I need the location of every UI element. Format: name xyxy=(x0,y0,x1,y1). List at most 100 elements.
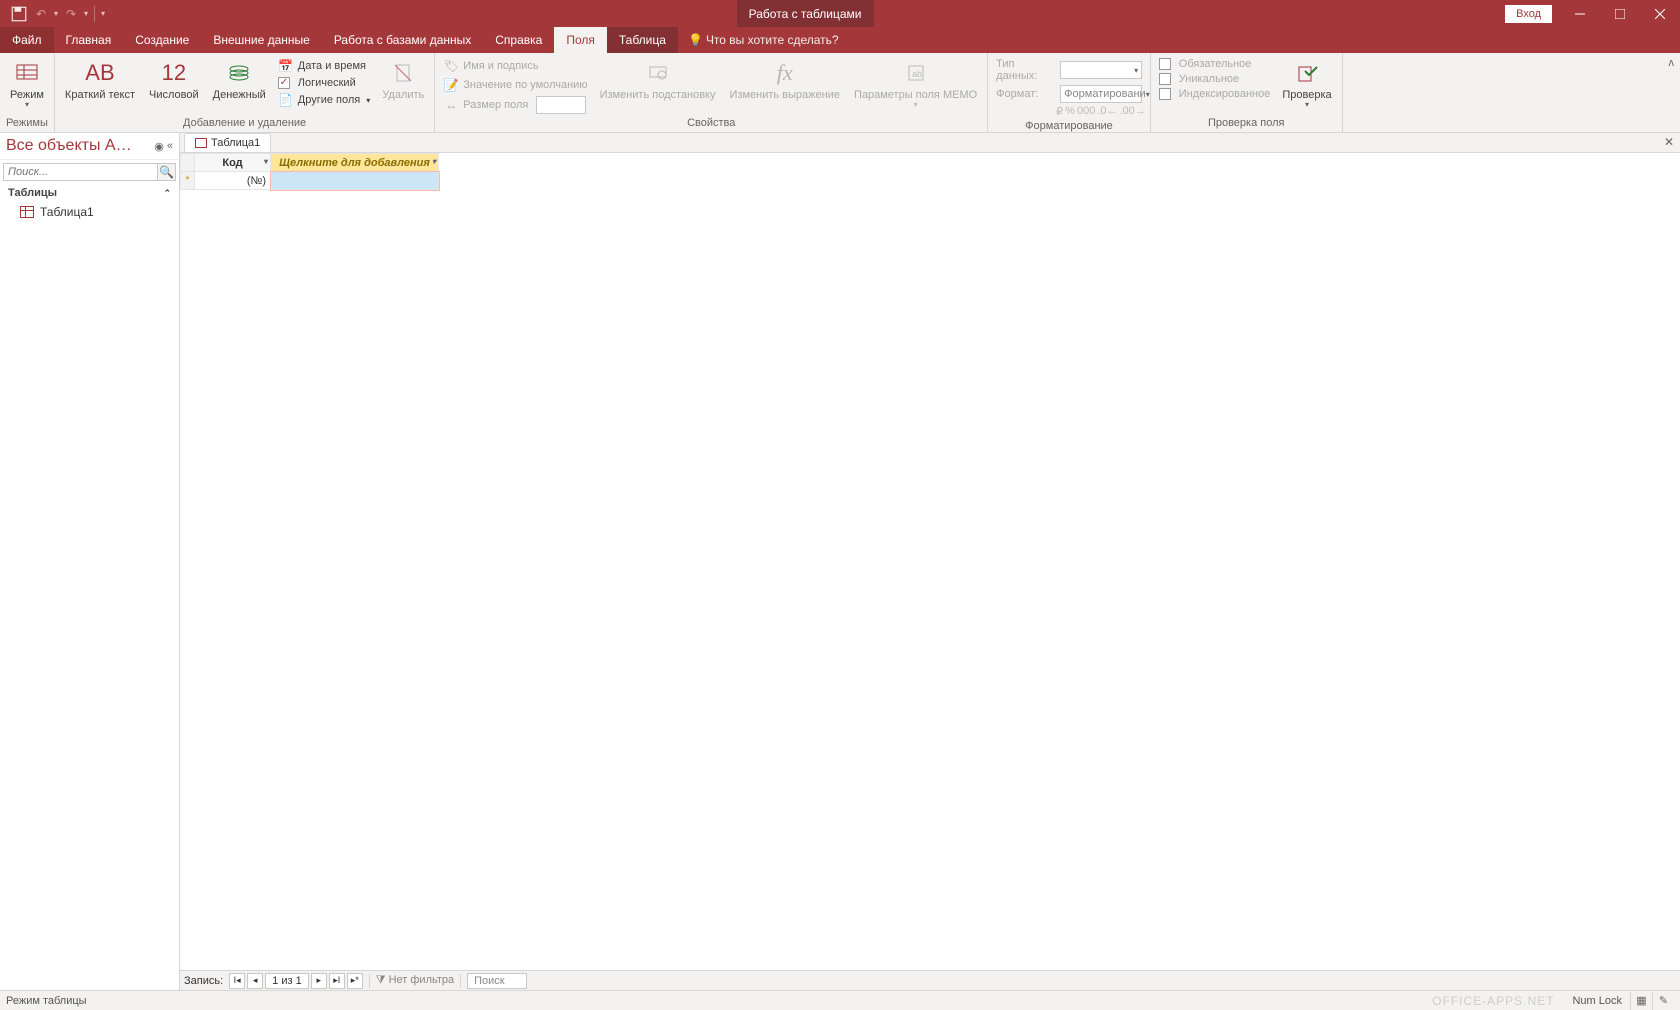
table-icon xyxy=(20,206,34,218)
format-label: Формат: xyxy=(992,87,1056,101)
group-label-views: Режимы xyxy=(4,115,50,132)
cell-id[interactable]: (№) xyxy=(195,172,271,190)
tab-table[interactable]: Таблица xyxy=(607,27,678,53)
cell-new-field[interactable] xyxy=(271,172,439,190)
short-text-icon: AB xyxy=(85,57,114,89)
group-add-delete: AB Краткий текст 12 Числовой Денежный 📅Д… xyxy=(55,53,435,132)
validation-button[interactable]: Проверка ▾ xyxy=(1276,55,1337,112)
record-counter[interactable]: 1 из 1 xyxy=(265,973,309,989)
modify-lookups-button: Изменить подстановку xyxy=(594,55,722,103)
close-document-icon[interactable]: ✕ xyxy=(1664,135,1674,149)
record-search-input[interactable]: Поиск xyxy=(467,973,527,989)
decrease-decimal-icon: .00→ xyxy=(1120,105,1146,118)
add-column-dropdown-icon[interactable]: ▾ xyxy=(432,157,436,166)
maximize-button[interactable] xyxy=(1600,0,1640,27)
column-dropdown-icon[interactable]: ▾ xyxy=(264,157,268,166)
status-mode: Режим таблицы xyxy=(6,995,87,1007)
contextual-tab-title: Работа с таблицами xyxy=(737,0,874,27)
increase-decimal-icon: .0← xyxy=(1097,105,1117,118)
tab-external-data[interactable]: Внешние данные xyxy=(201,27,322,53)
unique-checkbox: Уникальное xyxy=(1155,72,1275,86)
fx-icon: fx xyxy=(777,57,793,89)
first-record-button[interactable]: I◂ xyxy=(229,973,245,989)
tab-create[interactable]: Создание xyxy=(123,27,201,53)
svg-text:ab: ab xyxy=(912,69,922,79)
column-header-id[interactable]: Код▾ xyxy=(195,154,271,172)
new-record-marker: * xyxy=(181,172,195,190)
undo-icon[interactable]: ↶ xyxy=(32,5,50,23)
nav-dropdown-icon[interactable]: ◉ xyxy=(154,140,164,153)
tell-me-placeholder: Что вы хотите сделать? xyxy=(706,33,839,47)
search-icon[interactable]: 🔍 xyxy=(157,164,175,180)
tab-home[interactable]: Главная xyxy=(54,27,124,53)
nav-group-tables[interactable]: Таблицы ⌃ xyxy=(0,184,179,202)
number-icon: 12 xyxy=(162,57,186,89)
view-button[interactable]: Режим ▾ xyxy=(4,55,50,112)
filter-indicator[interactable]: ⧩ Нет фильтра xyxy=(376,974,454,987)
memo-icon: ab xyxy=(904,57,928,89)
group-field-validation: Обязательное Уникальное Индексированное … xyxy=(1151,53,1343,132)
delete-button: Удалить xyxy=(376,55,430,103)
size-icon: ↔ xyxy=(443,97,459,113)
ribbon-tabs: Файл Главная Создание Внешние данные Раб… xyxy=(0,27,1680,53)
record-label: Запись: xyxy=(184,975,223,987)
number-button[interactable]: 12 Числовой xyxy=(143,55,205,103)
nav-item-table1[interactable]: Таблица1 xyxy=(0,202,179,222)
last-record-button[interactable]: ▸I xyxy=(329,973,345,989)
collapse-group-icon[interactable]: ⌃ xyxy=(163,188,171,199)
nav-search[interactable]: 🔍 xyxy=(3,163,176,181)
minimize-button[interactable] xyxy=(1560,0,1600,27)
group-label-properties: Свойства xyxy=(439,115,983,132)
currency-button[interactable]: Денежный xyxy=(207,55,272,103)
nav-search-input[interactable] xyxy=(4,164,157,180)
group-properties: 🏷Имя и подпись 📝Значение по умолчанию ↔Р… xyxy=(435,53,988,132)
ribbon-collapse-icon[interactable]: ʌ xyxy=(1669,57,1675,69)
new-record-button[interactable]: ▸* xyxy=(347,973,363,989)
modify-expression-button: fx Изменить выражение xyxy=(724,55,846,103)
status-bar: Режим таблицы OFFICE-APPS.NET Num Lock ▦… xyxy=(0,990,1680,1010)
redo-icon[interactable]: ↷ xyxy=(62,5,80,23)
field-size-button: ↔Размер поля xyxy=(439,95,591,115)
status-numlock: Num Lock xyxy=(1572,995,1622,1007)
nav-collapse-icon[interactable]: « xyxy=(167,140,173,152)
tell-me-search[interactable]: 💡 Что вы хотите сделать? xyxy=(678,27,849,53)
redo-dropdown-icon[interactable]: ▾ xyxy=(84,9,88,18)
select-all-cell[interactable] xyxy=(181,154,195,172)
nav-pane-header[interactable]: Все объекты A… ◉« xyxy=(0,133,179,160)
table-row[interactable]: * (№) xyxy=(181,172,439,190)
datetime-button[interactable]: 📅Дата и время xyxy=(274,57,375,75)
group-label-validation: Проверка поля xyxy=(1155,115,1338,132)
validation-icon xyxy=(1295,57,1319,89)
save-icon[interactable] xyxy=(10,5,28,23)
next-record-button[interactable]: ▸ xyxy=(311,973,327,989)
group-formatting: Тип данных: ▾ Формат: Форматировани▾ ₽ %… xyxy=(988,53,1151,132)
tab-fields[interactable]: Поля xyxy=(554,27,607,53)
qat-customize-icon[interactable]: ▾ xyxy=(101,9,105,18)
undo-dropdown-icon[interactable]: ▾ xyxy=(54,9,58,18)
yesno-button[interactable]: Логический xyxy=(274,76,375,90)
short-text-button[interactable]: AB Краткий текст xyxy=(59,55,141,103)
document-tab-table1[interactable]: Таблица1 xyxy=(184,133,271,152)
design-view-button[interactable]: ✎ xyxy=(1652,992,1674,1010)
tab-database-tools[interactable]: Работа с базами данных xyxy=(322,27,483,53)
quick-access-toolbar: ↶ ▾ ↷ ▾ ▾ xyxy=(0,5,105,23)
datasheet-view-icon xyxy=(15,57,39,89)
more-fields-button[interactable]: 📄Другие поля▾ xyxy=(274,91,375,109)
default-value-button: 📝Значение по умолчанию xyxy=(439,76,591,94)
prev-record-button[interactable]: ◂ xyxy=(247,973,263,989)
signin-button[interactable]: Вход xyxy=(1505,5,1552,23)
name-caption-button: 🏷Имя и подпись xyxy=(439,57,591,75)
nav-pane-title: Все объекты A… xyxy=(6,137,132,155)
close-button[interactable] xyxy=(1640,0,1680,27)
document-area: Таблица1 ✕ Код▾ Щелкните для добавления▾… xyxy=(180,133,1680,990)
datasheet[interactable]: Код▾ Щелкните для добавления▾ * (№) xyxy=(180,153,1680,970)
tab-file[interactable]: Файл xyxy=(0,27,54,53)
navigation-pane: Все объекты A… ◉« 🔍 Таблицы ⌃ Таблица1 xyxy=(0,133,180,990)
indexed-checkbox: Индексированное xyxy=(1155,87,1275,101)
tab-help[interactable]: Справка xyxy=(483,27,554,53)
title-bar: ↶ ▾ ↷ ▾ ▾ Работа с таблицами Вход xyxy=(0,0,1680,27)
document-tab-bar: Таблица1 ✕ xyxy=(180,133,1680,153)
group-views: Режим ▾ Режимы xyxy=(0,53,55,132)
column-header-add[interactable]: Щелкните для добавления▾ xyxy=(271,154,439,172)
datasheet-view-button[interactable]: ▦ xyxy=(1630,992,1652,1010)
